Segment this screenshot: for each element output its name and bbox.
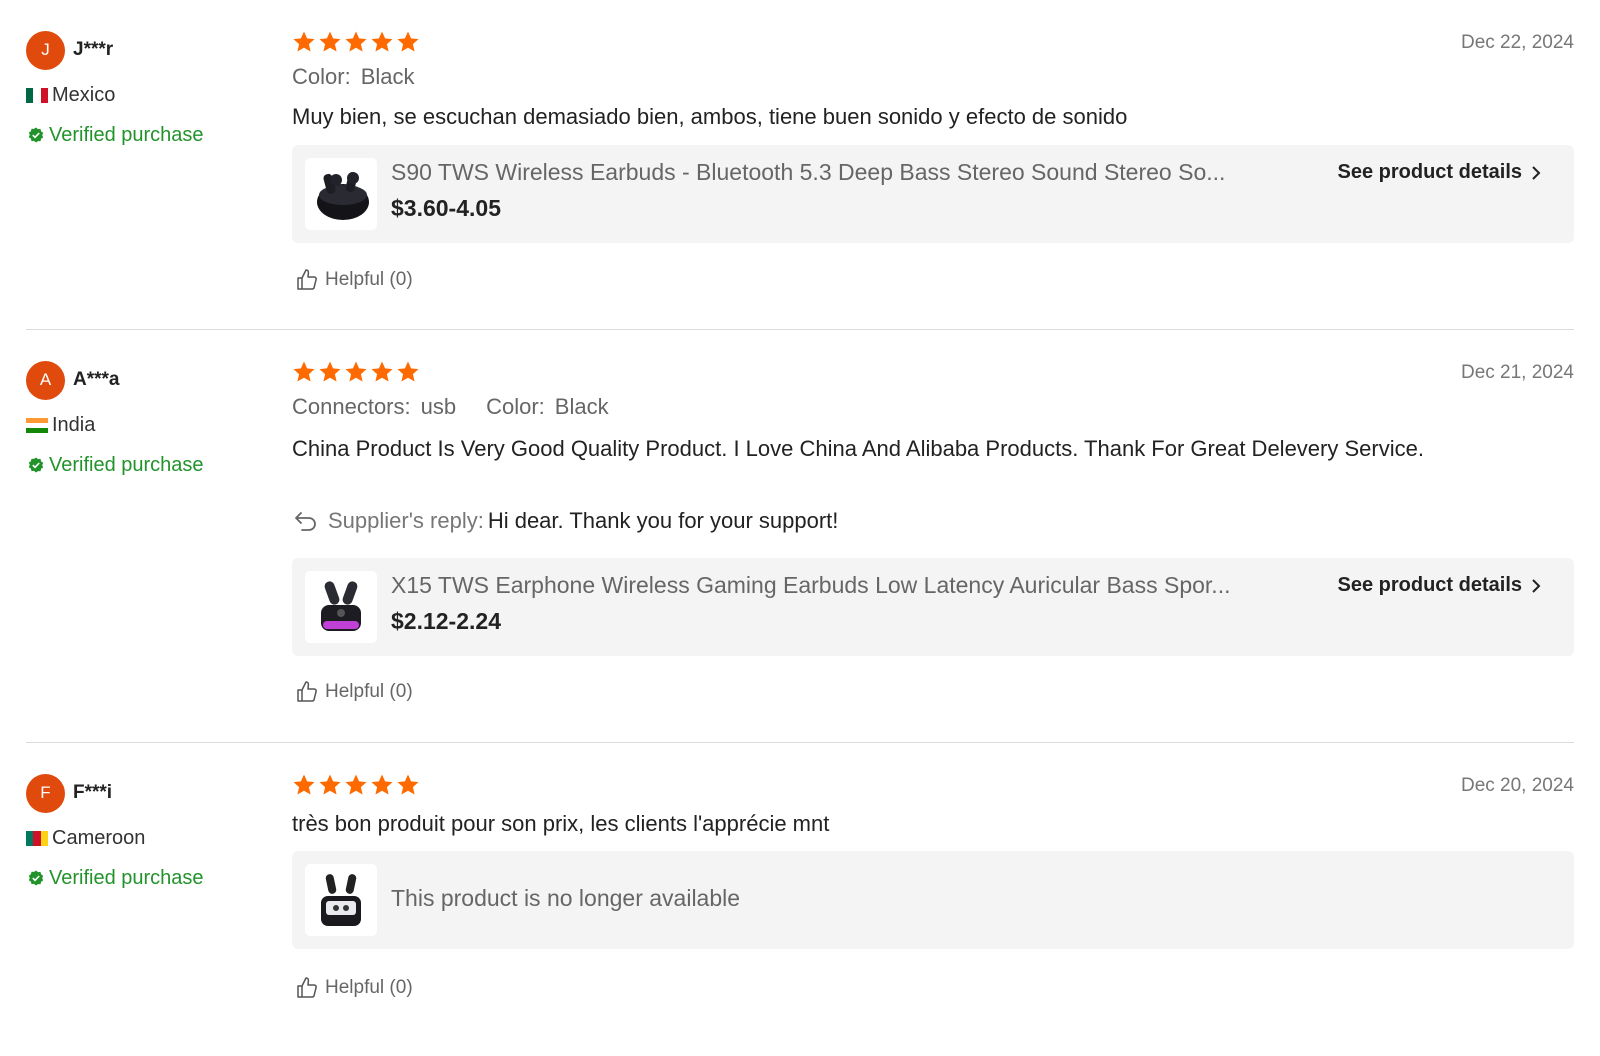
chevron-right-icon: [1530, 578, 1542, 594]
helpful-button[interactable]: Helpful (0): [295, 268, 413, 292]
country-label: Cameroon: [52, 826, 146, 849]
review-item: A A***a India Verified purchase Dec 21, …: [26, 330, 1574, 743]
see-product-details-link[interactable]: See product details: [1338, 574, 1543, 597]
helpful-label: Helpful (0): [325, 269, 413, 290]
product-price: $3.60-4.05: [391, 195, 501, 221]
reviewer-info: F F***i Cameroon Verified purchase: [26, 773, 276, 891]
verified-badge-icon: [28, 457, 44, 473]
star-rating: [292, 773, 420, 797]
review-text: très bon produit pour son prix, les clie…: [292, 811, 830, 836]
thumbs-up-icon: [295, 680, 319, 704]
attribute-value: Black: [554, 394, 609, 419]
attribute-color: Color: Black: [292, 64, 414, 90]
country-label: India: [52, 413, 96, 436]
star-rating: [292, 360, 420, 384]
star-icon: [370, 360, 394, 384]
star-icon: [370, 773, 394, 797]
review-text: Muy bien, se escuchan demasiado bien, am…: [292, 104, 1128, 129]
attribute-connectors: Connectors: usb: [292, 394, 456, 420]
attribute-label: Color:: [486, 394, 545, 419]
reviewer-name: A***a: [73, 369, 120, 390]
attribute-value: Black: [360, 64, 415, 89]
verified-label: Verified purchase: [49, 123, 204, 146]
reviewer-country: Mexico: [26, 82, 276, 108]
product-title[interactable]: X15 TWS Earphone Wireless Gaming Earbuds…: [391, 572, 1271, 599]
product-card: This product is no longer available: [292, 851, 1574, 949]
attribute-label: Color:: [292, 64, 351, 89]
helpful-button[interactable]: Helpful (0): [295, 680, 413, 704]
india-flag-icon: [26, 417, 48, 433]
star-icon: [370, 30, 394, 54]
avatar: A: [26, 360, 65, 400]
helpful-label: Helpful (0): [325, 977, 413, 998]
star-icon: [344, 773, 368, 797]
review-attributes: Connectors: usb Color: Black: [292, 394, 639, 420]
star-icon: [396, 30, 420, 54]
product-thumbnail: [305, 864, 377, 936]
reviewer-name: J***r: [73, 39, 114, 60]
product-thumbnail[interactable]: [305, 158, 377, 230]
gaming-earbuds-image: [321, 581, 361, 631]
cameroon-flag-icon: [26, 830, 48, 846]
see-product-details-label: See product details: [1337, 161, 1523, 183]
reviewer-country: India: [26, 412, 276, 438]
earbuds-screen-case-image: [321, 874, 361, 926]
verified-purchase-badge: Verified purchase: [26, 452, 276, 478]
review-date: Dec 22, 2024: [1460, 32, 1574, 53]
star-icon: [344, 360, 368, 384]
reply-text: Hi dear. Thank you for your support!: [487, 508, 839, 533]
country-label: Mexico: [52, 83, 116, 106]
see-product-details-link[interactable]: See product details: [1338, 161, 1543, 184]
verified-purchase-badge: Verified purchase: [26, 865, 276, 891]
review-list: J J***r Mexico Verified purchase Dec 22,…: [0, 0, 1600, 1056]
reviewer-info: A A***a India Verified purchase: [26, 360, 276, 478]
verified-badge-icon: [28, 127, 44, 143]
product-card[interactable]: X15 TWS Earphone Wireless Gaming Earbuds…: [292, 558, 1574, 656]
star-rating: [292, 30, 420, 54]
helpful-button[interactable]: Helpful (0): [295, 976, 413, 1000]
product-card[interactable]: S90 TWS Wireless Earbuds - Bluetooth 5.3…: [292, 145, 1574, 243]
review-text: China Product Is Very Good Quality Produ…: [292, 436, 1424, 461]
attribute-color: Color: Black: [486, 394, 608, 420]
star-icon: [318, 30, 342, 54]
avatar: J: [26, 30, 65, 70]
star-icon: [292, 360, 316, 384]
verified-label: Verified purchase: [49, 866, 204, 889]
attribute-label: Connectors:: [292, 394, 411, 419]
reviewer-name: F***i: [73, 782, 113, 803]
verified-label: Verified purchase: [49, 453, 204, 476]
review-item: J J***r Mexico Verified purchase Dec 22,…: [26, 0, 1574, 330]
reviewer-country: Cameroon: [26, 825, 276, 851]
see-product-details-label: See product details: [1337, 574, 1523, 596]
verified-badge-icon: [28, 870, 44, 886]
attribute-value: usb: [420, 394, 457, 419]
review-attributes: Color: Black: [292, 64, 444, 90]
thumbs-up-icon: [295, 268, 319, 292]
avatar: F: [26, 773, 65, 813]
review-date: Dec 21, 2024: [1460, 362, 1574, 383]
chevron-right-icon: [1530, 165, 1542, 181]
product-price: $2.12-2.24: [391, 608, 501, 634]
reviewer-info: J J***r Mexico Verified purchase: [26, 30, 276, 148]
star-icon: [396, 773, 420, 797]
verified-purchase-badge: Verified purchase: [26, 122, 276, 148]
product-title[interactable]: S90 TWS Wireless Earbuds - Bluetooth 5.3…: [391, 159, 1271, 186]
star-icon: [344, 30, 368, 54]
supplier-reply: Supplier's reply: Hi dear. Thank you for…: [292, 508, 838, 534]
earbuds-case-image: [317, 172, 369, 220]
mexico-flag-icon: [26, 87, 48, 103]
review-date: Dec 20, 2024: [1460, 775, 1574, 796]
star-icon: [292, 30, 316, 54]
reply-label: Supplier's reply:: [328, 508, 484, 533]
star-icon: [318, 360, 342, 384]
review-item: F F***i Cameroon Verified purchase Dec 2…: [26, 743, 1574, 1056]
thumbs-up-icon: [295, 976, 319, 1000]
star-icon: [318, 773, 342, 797]
star-icon: [292, 773, 316, 797]
helpful-label: Helpful (0): [325, 681, 413, 702]
product-thumbnail[interactable]: [305, 571, 377, 643]
product-unavailable-message: This product is no longer available: [391, 885, 741, 911]
reply-arrow-icon: [295, 512, 316, 531]
star-icon: [396, 360, 420, 384]
